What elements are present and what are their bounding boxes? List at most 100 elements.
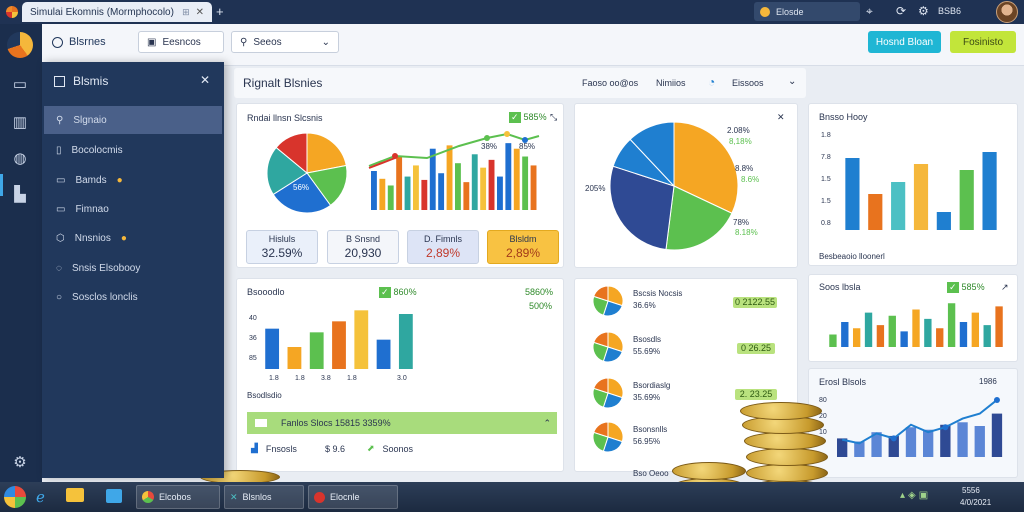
gear-icon[interactable]: ⚙ (9, 452, 31, 474)
bar (421, 179, 428, 210)
header-link-1[interactable]: Faoso oo@os (582, 78, 638, 88)
app-icon: ✕ (230, 491, 238, 502)
bar (982, 152, 997, 230)
highlight-row[interactable]: Fanlos Slocs 15815 3359% ⌃ (247, 412, 557, 434)
expand-icon[interactable]: ⤡ (550, 112, 557, 123)
item-name: Bsordiaslg (633, 381, 671, 390)
sidebar-item[interactable]: ⚲ Slgnaio (44, 106, 222, 134)
extensions-icon[interactable]: ⌖ (866, 4, 873, 19)
pie-label: 8,18% (729, 137, 752, 146)
bar (891, 182, 906, 230)
summary-bar-chart (829, 303, 1003, 347)
coin-icon: ● (116, 174, 123, 186)
tab-pin-icon[interactable]: ⊞ (182, 7, 190, 18)
taskbar-item[interactable]: Elocnle (308, 485, 398, 509)
new-tab-button[interactable]: + (216, 4, 224, 19)
pie-label: 8.8% (735, 164, 754, 173)
browser-logo-icon (6, 6, 18, 18)
search-chip-label: Elosde (776, 6, 804, 17)
start-button[interactable] (4, 486, 26, 508)
item-name: Bsonsnlls (633, 425, 668, 434)
taskbar-item[interactable]: ✕ Blsnlos (224, 485, 304, 509)
sidebar-item[interactable]: ▭ Bamds ● (44, 166, 222, 194)
revenue-card: Bnsso Hooy 1.8 7.8 1.5 1.5 0.8 Besbeaoio… (808, 103, 1018, 266)
kpi-tile[interactable]: Blsldm 2,89% (487, 230, 559, 264)
sidebar-item[interactable]: ⬡ Nnsnios ● (44, 224, 222, 252)
folder-icon[interactable] (66, 488, 84, 502)
factory-icon[interactable]: ▙ (9, 184, 31, 206)
trend-line (841, 399, 998, 445)
kpi-tile[interactable]: Hisluls 32.59% (246, 230, 318, 264)
refresh-icon[interactable]: ◔ (708, 75, 715, 89)
bar (924, 318, 932, 347)
app-name[interactable]: Blsrnes (52, 36, 106, 48)
item-name: Bsosdls (633, 335, 662, 344)
bar (497, 176, 503, 210)
sidebar-item[interactable]: ▯ Bocolocmis (44, 136, 222, 164)
search-icon: ⚲ (56, 114, 64, 126)
top-toolbar: Blsrnes ▣ Eesncos ⚲ Seeos ⌄ Hosnd Bloan Fo… (42, 24, 1024, 66)
bar (455, 163, 461, 210)
flag-icon (255, 419, 267, 427)
bar (983, 325, 991, 347)
person-icon: ⚲ (240, 36, 248, 48)
x-tick: 1.8 (295, 375, 305, 382)
kpi-tile[interactable]: B Snsnd 20,930 (327, 230, 399, 264)
bar (438, 173, 445, 210)
close-icon[interactable]: ✕ (777, 112, 785, 123)
card-title: Bsooodlo (247, 287, 285, 297)
settings-icon[interactable]: ⚙ (918, 4, 929, 18)
sync-icon[interactable]: ⟳ (896, 4, 906, 18)
tray-label: 5556 (962, 486, 980, 495)
ie-icon[interactable]: ℯ (36, 488, 45, 506)
line-point (392, 153, 398, 159)
building-icon[interactable]: ▥ (9, 112, 31, 134)
trend-badge: ✓ 585% (509, 112, 547, 123)
globe-icon[interactable]: ◍ (9, 148, 31, 170)
rail-active-marker (0, 174, 3, 196)
bar (463, 182, 470, 210)
header-link-2[interactable]: Nimiios (656, 78, 686, 88)
overview-card: Rndai llnsn Slcsnis ✓ 585% ⤡ 56% 38% 85% … (236, 103, 564, 268)
trend-line (368, 132, 540, 167)
bar (974, 426, 985, 457)
dropdown-1[interactable]: ▣ Eesncos (138, 31, 224, 53)
check-icon: ✓ (947, 282, 959, 293)
tray-icons[interactable]: ▴◈▣ (900, 490, 931, 501)
header-link-3[interactable]: Eissoos (732, 78, 764, 88)
browser-tab[interactable]: Simulai Ekomnis (Mormphocolo) ⊞ ✕ (22, 2, 212, 22)
media-icon[interactable] (106, 489, 122, 503)
page-title: Rignalt Blsnies (243, 76, 323, 90)
dropdown-2[interactable]: ⚲ Seeos ⌄ (231, 31, 339, 53)
y-tick: 20 (819, 413, 827, 420)
user-avatar[interactable] (996, 1, 1018, 23)
bar (888, 315, 896, 347)
line-point (993, 396, 1000, 403)
monitor-icon[interactable]: ▭ (9, 74, 31, 96)
taskbar-item[interactable]: Elcobos (136, 485, 220, 509)
browser-search-chip[interactable]: Elosde (754, 2, 860, 21)
bar (354, 310, 369, 369)
secondary-button[interactable]: Fosinisto (950, 31, 1016, 53)
chevron-down-icon[interactable]: ⌄ (788, 76, 796, 87)
close-icon[interactable]: ✕ (200, 73, 210, 87)
overview-bar-chart (368, 131, 540, 210)
shield-icon: ⬡ (56, 232, 65, 244)
bar (876, 325, 885, 347)
kpi-tile[interactable]: D. Fimnls 2,89% (407, 230, 479, 264)
primary-button[interactable]: Hosnd Bloan (868, 31, 941, 53)
overview-pie-chart (266, 132, 348, 214)
check-icon: ✓ (379, 287, 391, 298)
sidebar-item[interactable]: ○ Sosclos lonclis (44, 283, 222, 311)
item-name: Bso Oeoo (633, 469, 669, 478)
trend-value: 5860% (525, 287, 554, 297)
app-logo-icon[interactable] (7, 32, 33, 58)
sidebar-item[interactable]: ▭ Fimnao (44, 195, 222, 223)
coin-icon (760, 6, 770, 17)
tab-close-icon[interactable]: ✕ (196, 7, 204, 18)
bar (936, 212, 951, 230)
sidebar-item[interactable]: ◌ Snsis Elsobooy (44, 254, 222, 282)
data-row[interactable]: ▟ Fnsosls $ 9.6 ⬈ Soonos (251, 443, 551, 454)
profile-label[interactable]: BSB6 (938, 6, 961, 16)
y-tick: 10 (819, 429, 827, 436)
